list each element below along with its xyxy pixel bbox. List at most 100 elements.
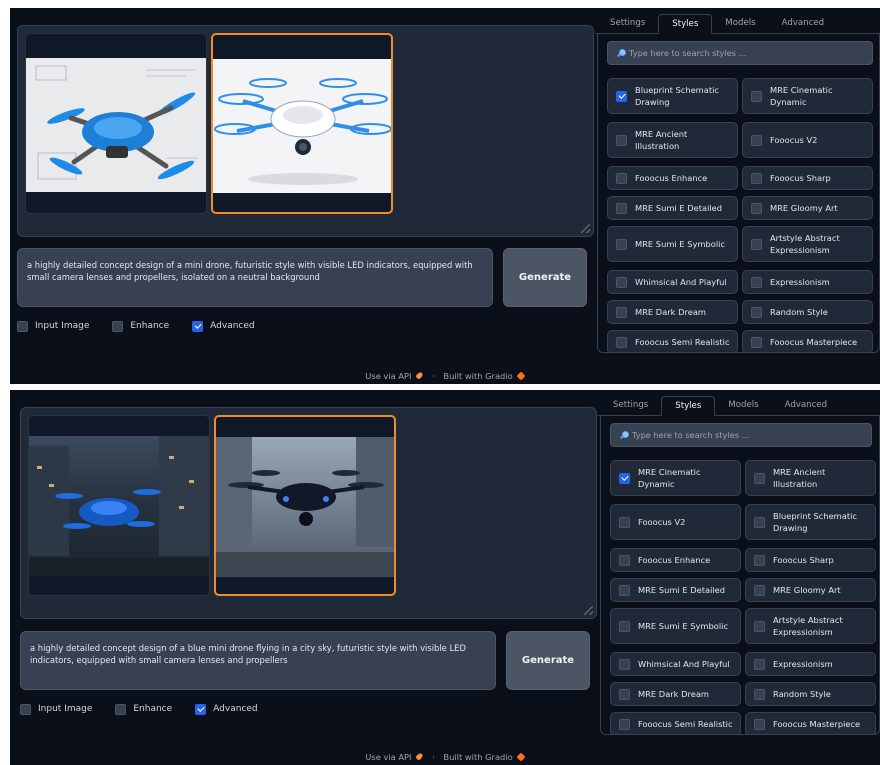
enhance-option[interactable]: Enhance <box>112 320 169 332</box>
style-item[interactable]: MRE Cinematic Dynamic <box>742 78 873 114</box>
style-checkbox[interactable] <box>754 688 765 700</box>
input-image-option[interactable]: Input Image <box>17 320 89 332</box>
input-image-option[interactable]: Input Image <box>20 703 92 715</box>
style-item[interactable]: MRE Ancient Illustration <box>745 460 876 496</box>
enhance-option[interactable]: Enhance <box>115 703 172 715</box>
style-checkbox[interactable] <box>616 238 627 250</box>
style-checkbox[interactable] <box>754 554 765 566</box>
style-item[interactable]: Fooocus Masterpiece <box>742 330 873 352</box>
gallery-thumbnail-2-selected[interactable] <box>211 33 393 214</box>
style-checkbox[interactable] <box>616 276 627 288</box>
tab-settings[interactable]: Settings <box>600 396 661 416</box>
style-item[interactable]: MRE Dark Dream <box>610 682 741 706</box>
style-item[interactable]: MRE Sumi E Detailed <box>607 196 738 220</box>
style-checkbox[interactable] <box>619 472 630 484</box>
style-checkbox[interactable] <box>751 336 762 348</box>
enhance-checkbox[interactable] <box>115 703 127 715</box>
style-item[interactable]: Random Style <box>745 682 876 706</box>
style-item[interactable]: Fooocus Semi Realistic <box>607 330 738 352</box>
resize-handle[interactable] <box>584 606 593 615</box>
advanced-option[interactable]: Advanced <box>192 320 255 332</box>
style-search-input[interactable]: Type here to search styles ... <box>610 423 872 447</box>
gallery-thumbnail-2-selected[interactable] <box>214 415 396 596</box>
tab-settings[interactable]: Settings <box>597 14 658 34</box>
style-item[interactable]: Fooocus Sharp <box>742 166 873 190</box>
prompt-input[interactable]: a highly detailed concept design of a bl… <box>20 631 496 690</box>
style-checkbox[interactable] <box>754 516 765 528</box>
style-checkbox[interactable] <box>616 90 627 102</box>
style-checkbox[interactable] <box>619 718 630 730</box>
style-item[interactable]: Fooocus Sharp <box>745 548 876 572</box>
style-item[interactable]: Fooocus Enhance <box>610 548 741 572</box>
tab-models[interactable]: Models <box>712 14 768 34</box>
style-item[interactable]: MRE Cinematic Dynamic <box>610 460 741 496</box>
style-item[interactable]: Whimsical And Playful <box>610 652 741 676</box>
style-item[interactable]: Fooocus V2 <box>742 122 873 158</box>
style-item[interactable]: Expressionism <box>745 652 876 676</box>
style-checkbox[interactable] <box>616 336 627 348</box>
advanced-option[interactable]: Advanced <box>195 703 258 715</box>
style-checkbox[interactable] <box>616 172 627 184</box>
style-checkbox[interactable] <box>754 620 765 632</box>
style-checkbox[interactable] <box>754 718 765 730</box>
style-checkbox[interactable] <box>754 658 765 670</box>
style-checkbox[interactable] <box>751 172 762 184</box>
style-item[interactable]: MRE Dark Dream <box>607 300 738 324</box>
tab-advanced[interactable]: Advanced <box>772 396 840 416</box>
style-item[interactable]: Whimsical And Playful <box>607 270 738 294</box>
generate-button[interactable]: Generate <box>503 248 587 307</box>
style-checkbox[interactable] <box>754 472 765 484</box>
style-item[interactable]: Blueprint Schematic Drawing <box>607 78 738 114</box>
style-checkbox[interactable] <box>754 584 765 596</box>
style-checkbox[interactable] <box>619 620 630 632</box>
input-image-checkbox[interactable] <box>17 320 28 332</box>
style-checkbox[interactable] <box>751 134 762 146</box>
enhance-checkbox[interactable] <box>112 320 124 332</box>
advanced-checkbox[interactable] <box>195 703 207 715</box>
style-checkbox[interactable] <box>751 238 762 250</box>
style-item[interactable]: MRE Gloomy Art <box>742 196 873 220</box>
style-item[interactable]: MRE Sumi E Detailed <box>610 578 741 602</box>
built-with-gradio-link[interactable]: Built with Gradio <box>443 752 512 762</box>
style-search-input[interactable]: Type here to search styles ... <box>607 41 873 65</box>
input-image-checkbox[interactable] <box>20 703 31 715</box>
style-checkbox[interactable] <box>616 202 627 214</box>
style-item[interactable]: MRE Sumi E Symbolic <box>610 608 741 644</box>
style-checkbox[interactable] <box>619 688 630 700</box>
tab-models[interactable]: Models <box>715 396 771 416</box>
use-via-api-link[interactable]: Use via API <box>365 371 411 381</box>
style-item[interactable]: MRE Gloomy Art <box>745 578 876 602</box>
style-item[interactable]: Random Style <box>742 300 873 324</box>
style-item[interactable]: Fooocus Semi Realistic <box>610 712 741 734</box>
style-item[interactable]: Fooocus Enhance <box>607 166 738 190</box>
gallery-thumbnail-1[interactable] <box>25 33 207 214</box>
style-item[interactable]: Fooocus V2 <box>610 504 741 540</box>
resize-handle[interactable] <box>581 224 590 233</box>
style-item[interactable]: Blueprint Schematic Drawing <box>745 504 876 540</box>
style-checkbox[interactable] <box>619 554 630 566</box>
style-checkbox[interactable] <box>751 306 762 318</box>
style-item[interactable]: Expressionism <box>742 270 873 294</box>
style-checkbox[interactable] <box>751 202 762 214</box>
style-item[interactable]: Fooocus Masterpiece <box>745 712 876 734</box>
style-item[interactable]: Artstyle Abstract Expressionism <box>742 226 873 262</box>
style-checkbox[interactable] <box>619 516 630 528</box>
tab-styles[interactable]: Styles <box>658 14 713 34</box>
style-checkbox[interactable] <box>751 90 762 102</box>
style-item[interactable]: Artstyle Abstract Expressionism <box>745 608 876 644</box>
gallery-thumbnail-1[interactable] <box>28 415 210 596</box>
built-with-gradio-link[interactable]: Built with Gradio <box>443 371 512 381</box>
style-checkbox[interactable] <box>751 276 762 288</box>
advanced-checkbox[interactable] <box>192 320 204 332</box>
tab-advanced[interactable]: Advanced <box>769 14 837 34</box>
style-checkbox[interactable] <box>616 306 627 318</box>
style-checkbox[interactable] <box>616 134 627 146</box>
use-via-api-link[interactable]: Use via API <box>365 752 411 762</box>
prompt-input[interactable]: a highly detailed concept design of a mi… <box>17 248 493 307</box>
style-checkbox[interactable] <box>619 584 630 596</box>
generate-button[interactable]: Generate <box>506 631 590 690</box>
style-item[interactable]: MRE Sumi E Symbolic <box>607 226 738 262</box>
style-checkbox[interactable] <box>619 658 630 670</box>
style-item[interactable]: MRE Ancient Illustration <box>607 122 738 158</box>
tab-styles[interactable]: Styles <box>661 396 716 416</box>
